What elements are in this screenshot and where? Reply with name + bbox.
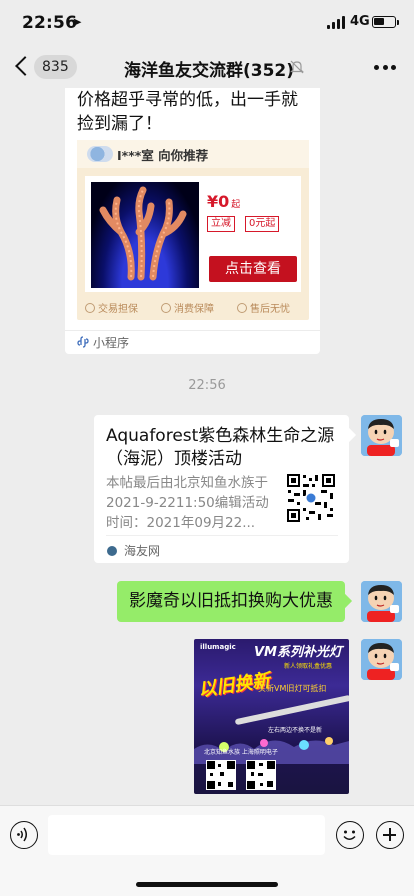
shop-name: I***室 向你推荐 (117, 148, 209, 163)
price-unit: 起 (231, 200, 241, 210)
user-avatar[interactable] (361, 639, 402, 680)
price-amount: ¥0 (207, 192, 230, 211)
mini-program-icon (77, 336, 89, 348)
chat-messages[interactable]: 价格超乎寻常的低，出一手就捡到漏了！ I***室 向你推荐 ¥0 起 立减 0元起… (0, 88, 414, 805)
shield-icon (237, 303, 247, 313)
more-options-icon[interactable] (374, 65, 396, 71)
link-title: Aquaforest紫色森林生命之源（海泥）顶楼活动 (106, 426, 335, 469)
qr-code-image (286, 473, 336, 523)
location-arrow-icon: ➤ (72, 15, 83, 29)
poster-offer: 买新VM旧灯可抵扣 (258, 684, 327, 693)
discount-tag: 立减 (207, 216, 235, 232)
link-description: 本帖最后由北京知鱼水族于2021-9-2211:50编辑活动时间：2021年09… (106, 475, 269, 531)
mini-program-label: 小程序 (93, 336, 130, 350)
network-type: 4G (350, 14, 370, 29)
assurance-item: 交易担保 (85, 300, 138, 315)
shield-icon (161, 303, 171, 313)
site-logo-icon (107, 546, 117, 556)
mini-program-header: I***室 向你推荐 (77, 140, 309, 168)
poster-title: VM系列补光灯 (254, 645, 342, 660)
divider (65, 330, 320, 331)
battery-tip (397, 20, 399, 25)
assurance-item: 消费保障 (161, 300, 214, 315)
shield-icon (85, 303, 95, 313)
voice-input-icon[interactable] (10, 821, 38, 849)
link-source: 海友网 (124, 544, 161, 558)
home-indicator (136, 882, 278, 887)
poster-brand: illumagic (200, 643, 236, 651)
shop-logo-icon (87, 146, 113, 162)
divider (106, 535, 338, 536)
outgoing-text-message[interactable]: 影魔奇以旧抵扣换购大优惠 (117, 581, 345, 622)
product-panel: ¥0 起 立减 0元起 点击查看 (85, 176, 301, 292)
message-input-bar (0, 805, 414, 896)
mute-bell-icon (290, 60, 304, 74)
bubble-tail (341, 427, 357, 443)
emoji-icon[interactable] (336, 821, 364, 849)
unread-count-badge[interactable]: 835 (34, 55, 77, 79)
qr-code-image (246, 760, 276, 790)
view-details-button[interactable]: 点击查看 (209, 256, 297, 282)
message-text-input[interactable] (48, 815, 325, 855)
mini-program-preview[interactable]: I***室 向你推荐 ¥0 起 立减 0元起 点击查看 交易担保 消费保障 售后无… (77, 140, 309, 320)
chat-title: 海洋鱼友交流群(352) (124, 61, 295, 81)
chat-header: 835 海洋鱼友交流群(352) (0, 46, 414, 88)
coral-product-image (91, 182, 199, 288)
user-avatar[interactable] (361, 415, 402, 456)
product-price: ¥0 起 (207, 192, 240, 211)
price-from-tag: 0元起 (245, 216, 280, 232)
poster-subtitle: 新人领取礼盒优惠 (284, 663, 333, 670)
add-attachment-icon[interactable] (376, 821, 404, 849)
assurance-item: 售后无忧 (237, 300, 290, 315)
poster-middle-text: 左右两边不换不是新 (268, 727, 323, 734)
link-share-card[interactable]: Aquaforest紫色森林生命之源（海泥）顶楼活动 本帖最后由北京知鱼水族于2… (94, 415, 357, 563)
signal-icon (327, 16, 347, 29)
status-time: 22:56 (22, 13, 78, 33)
back-arrow-icon[interactable] (14, 56, 34, 78)
mini-program-lead-text: 价格超乎寻常的低，出一手就捡到漏了！ (77, 90, 298, 134)
user-avatar[interactable] (361, 581, 402, 622)
battery-icon (372, 16, 396, 28)
mini-program-card[interactable]: 价格超乎寻常的低，出一手就捡到漏了！ I***室 向你推荐 ¥0 起 立减 0元起… (65, 88, 320, 354)
assurance-row: 交易担保 消费保障 售后无忧 (77, 298, 309, 316)
poster-shops: 北京知鱼水族 上海照明电子 (204, 749, 278, 756)
message-timestamp: 22:56 (188, 378, 226, 393)
promo-poster-image[interactable]: illumagic VM系列补光灯 新人领取礼盒优惠 以旧换新 买新VM旧灯可抵… (194, 639, 349, 794)
qr-code-image (206, 760, 236, 790)
status-bar: 22:56 ➤ 4G (0, 0, 414, 46)
